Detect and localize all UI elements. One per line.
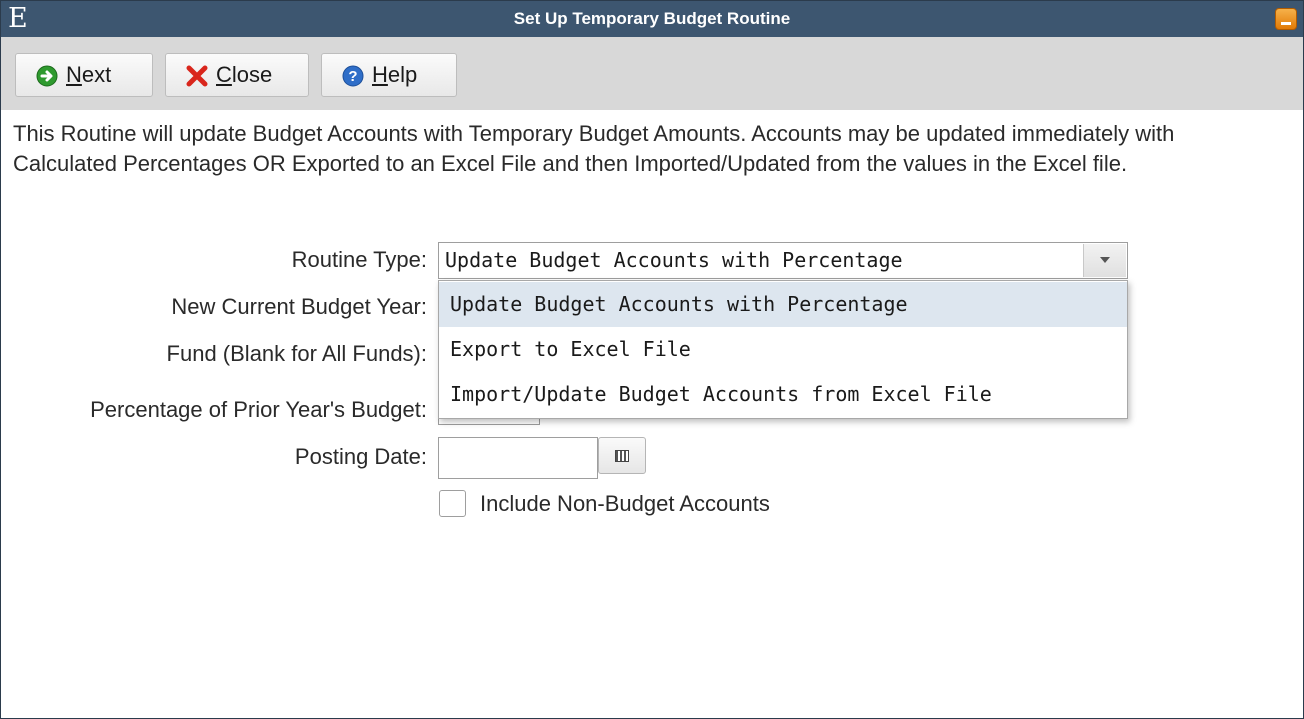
chevron-down-icon [1100, 257, 1110, 263]
posting-date-label: Posting Date: [294, 444, 427, 469]
routine-type-options-list: Update Budget Accounts with Percentage E… [438, 280, 1128, 419]
help-question-icon: ? [342, 65, 364, 87]
close-button[interactable]: Close [165, 53, 309, 97]
next-button[interactable]: Next [15, 53, 153, 97]
routine-type-select[interactable]: Update Budget Accounts with Percentage [438, 242, 1128, 279]
new-budget-year-label: New Current Budget Year: [171, 294, 427, 319]
minimize-button[interactable] [1275, 8, 1297, 30]
svg-text:?: ? [348, 68, 357, 85]
routine-type-option[interactable]: Export to Excel File [439, 327, 1127, 372]
routine-type-label: Routine Type: [291, 247, 427, 272]
help-button[interactable]: ? Help [321, 53, 457, 97]
close-mnemonic: C [216, 62, 232, 87]
calendar-icon [615, 450, 629, 462]
help-mnemonic: H [372, 62, 388, 87]
window-title: Set Up Temporary Budget Routine [513, 9, 791, 28]
next-mnemonic: N [66, 62, 82, 87]
routine-type-option[interactable]: Import/Update Budget Accounts from Excel… [439, 372, 1127, 417]
description-text: This Routine will update Budget Accounts… [13, 121, 1175, 176]
percentage-label: Percentage of Prior Year's Budget: [90, 397, 427, 422]
next-arrow-icon [36, 65, 58, 87]
close-x-icon [186, 65, 208, 87]
help-label: elp [387, 62, 418, 87]
toolbar: Next Close ? Help [1, 37, 1303, 110]
include-non-budget-label[interactable]: Include Non-Budget Accounts [480, 489, 770, 519]
next-label: ext [81, 62, 112, 87]
calendar-button[interactable] [598, 437, 646, 474]
routine-type-dropdown-button[interactable] [1083, 244, 1126, 277]
routine-type-option[interactable]: Update Budget Accounts with Percentage [439, 282, 1127, 327]
dialog-window: E Set Up Temporary Budget Routine Next C… [0, 0, 1304, 719]
include-non-budget-checkbox[interactable] [439, 490, 466, 517]
fund-label: Fund (Blank for All Funds): [166, 341, 427, 366]
posting-date-input[interactable] [438, 437, 598, 479]
title-bar: E Set Up Temporary Budget Routine [1, 1, 1303, 37]
close-label: lose [231, 62, 273, 87]
routine-type-value: Update Budget Accounts with Percentage [445, 248, 903, 272]
